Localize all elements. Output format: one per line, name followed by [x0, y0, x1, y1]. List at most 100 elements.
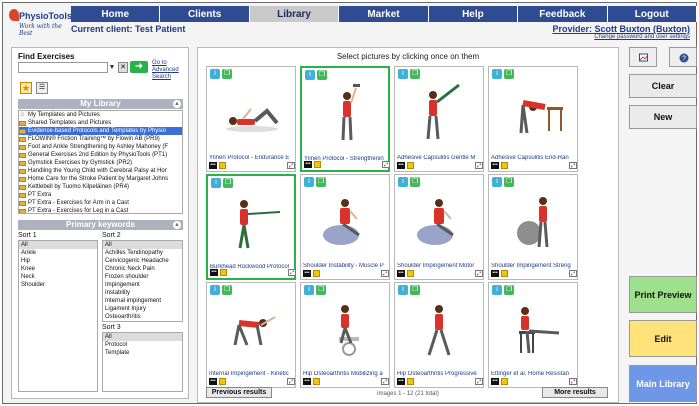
enlarge-icon[interactable]: ⤢: [287, 162, 295, 169]
my-library-header[interactable]: My Library ▲: [18, 99, 183, 109]
nav-clients[interactable]: Clients: [160, 6, 250, 22]
sort2-option[interactable]: Osteoarthritis: [103, 313, 182, 321]
exercise-illustration[interactable]: [315, 189, 377, 251]
clear-search-button[interactable]: ✕: [118, 62, 128, 73]
exercise-illustration[interactable]: [503, 297, 565, 359]
library-item[interactable]: Evidence-based Protocols and Templates b…: [19, 127, 182, 135]
sort1-option[interactable]: Ankle: [19, 249, 97, 257]
info-icon[interactable]: i: [492, 177, 502, 187]
nav-logout[interactable]: Logout: [607, 6, 697, 22]
note-icon[interactable]: [313, 378, 320, 385]
info-icon[interactable]: i: [304, 177, 314, 187]
more-options-icon[interactable]: •••: [397, 378, 405, 385]
exercise-card[interactable]: i ❐ Ylinen Protocol - Strengthenin ••• ⤢: [300, 66, 390, 172]
note-icon[interactable]: [501, 270, 508, 277]
print-preview-button[interactable]: Print Preview: [629, 276, 697, 313]
search-input[interactable]: [18, 62, 108, 73]
info-icon[interactable]: i: [398, 177, 408, 187]
sort2-option[interactable]: All: [103, 241, 182, 249]
copy-icon[interactable]: ❐: [504, 177, 514, 187]
exercise-card[interactable]: i ❐ Ettinger et al. Home Resistan ••• ⤢: [488, 282, 578, 388]
library-item[interactable]: Foot and Ankle Strengthening by Ashley M…: [19, 143, 182, 151]
exercise-illustration[interactable]: [221, 297, 283, 359]
info-icon[interactable]: i: [210, 69, 220, 79]
more-options-icon[interactable]: •••: [491, 378, 499, 385]
exercise-card[interactable]: i ❐ Shoulder Impingement Motor ••• ⤢: [394, 174, 484, 280]
copy-icon[interactable]: ❐: [316, 285, 326, 295]
chevron-down-icon[interactable]: ▼: [108, 62, 116, 73]
more-options-icon[interactable]: •••: [491, 162, 499, 169]
exercise-illustration[interactable]: [503, 189, 565, 251]
image-tool-button[interactable]: [629, 47, 657, 67]
exercise-card[interactable]: i ❐ Internal Impingement - Kinetic ••• ⤢: [206, 282, 296, 388]
copy-icon[interactable]: ❐: [504, 285, 514, 295]
note-icon[interactable]: [220, 269, 227, 276]
library-item[interactable]: PT Extra: [19, 191, 182, 199]
more-options-icon[interactable]: •••: [304, 161, 312, 168]
main-library-button[interactable]: Main Library: [629, 365, 697, 402]
sort2-option[interactable]: Ligament Injury: [103, 305, 182, 313]
nav-library[interactable]: Library: [249, 6, 340, 22]
sort3-option[interactable]: Protocol: [103, 341, 182, 349]
enlarge-icon[interactable]: ⤢: [475, 162, 483, 169]
sort3-option[interactable]: All: [103, 333, 182, 341]
library-item[interactable]: FLOWIN® Friction Training™ by Flowin AB …: [19, 135, 182, 143]
sort2-option[interactable]: Impingement: [103, 281, 182, 289]
enlarge-icon[interactable]: ⤢: [475, 378, 483, 385]
more-options-icon[interactable]: •••: [303, 270, 311, 277]
collapse-icon[interactable]: ▲: [173, 221, 181, 229]
library-item[interactable]: Shared Templates and Pictures: [19, 119, 182, 127]
exercise-illustration[interactable]: [221, 81, 283, 143]
copy-icon[interactable]: ❐: [222, 285, 232, 295]
more-options-icon[interactable]: •••: [397, 162, 405, 169]
nav-home[interactable]: Home: [71, 6, 161, 22]
collapse-icon[interactable]: ▲: [173, 100, 181, 108]
info-icon[interactable]: i: [398, 69, 408, 79]
info-icon[interactable]: i: [398, 285, 408, 295]
exercise-card[interactable]: i ❐ Ylinen Protocol - Endurance E ••• ⤢: [206, 66, 296, 172]
more-options-icon[interactable]: •••: [303, 378, 311, 385]
exercise-illustration[interactable]: [409, 189, 471, 251]
info-icon[interactable]: i: [210, 285, 220, 295]
enlarge-icon[interactable]: ⤢: [381, 270, 389, 277]
nav-help[interactable]: Help: [428, 6, 519, 22]
library-item[interactable]: PT Extra - Exercises for Leg in a Cast: [19, 207, 182, 213]
sort1-option[interactable]: All: [19, 241, 97, 249]
info-icon[interactable]: i: [304, 285, 314, 295]
more-options-icon[interactable]: •••: [397, 270, 405, 277]
sort3-option[interactable]: Template: [103, 349, 182, 357]
exercise-card[interactable]: i ❐ Hip Osteoarthritis Progressive ••• ⤢: [394, 282, 484, 388]
library-item[interactable]: PT Extra - Exercises for Arm in a Cast: [19, 199, 182, 207]
note-icon[interactable]: [501, 162, 508, 169]
sort2-option[interactable]: Achilles Tendinopathy: [103, 249, 182, 257]
edit-button[interactable]: Edit: [629, 320, 697, 357]
copy-icon[interactable]: ❐: [410, 285, 420, 295]
sort2-option[interactable]: Frozen shoulder: [103, 273, 182, 281]
exercise-illustration[interactable]: [222, 190, 284, 252]
copy-icon[interactable]: ❐: [410, 69, 420, 79]
library-item[interactable]: Gymstick Exercises by Gymstick (PR2): [19, 159, 182, 167]
exercise-card[interactable]: i ❐ Shoulder Impingement Streng ••• ⤢: [488, 174, 578, 280]
exercise-card[interactable]: i ❐ Adhesive Capsulitis Gentle M ••• ⤢: [394, 66, 484, 172]
nav-market[interactable]: Market: [339, 6, 429, 22]
enlarge-icon[interactable]: ⤢: [569, 270, 577, 277]
sort1-option[interactable]: Neck: [19, 273, 97, 281]
copy-icon[interactable]: ❐: [316, 177, 326, 187]
sort1-option[interactable]: Knee: [19, 265, 97, 273]
exercise-illustration[interactable]: [409, 297, 471, 359]
provider-link[interactable]: Provider: Scott Buxton (Buxton): [553, 24, 691, 34]
info-icon[interactable]: i: [305, 70, 315, 80]
new-button[interactable]: New: [629, 105, 697, 129]
copy-icon[interactable]: ❐: [317, 70, 327, 80]
more-options-icon[interactable]: •••: [210, 269, 218, 276]
enlarge-icon[interactable]: ⤢: [475, 270, 483, 277]
exercise-card[interactable]: i ❐ Adhesive Capsulitis End-Ran ••• ⤢: [488, 66, 578, 172]
copy-icon[interactable]: ❐: [410, 177, 420, 187]
library-item[interactable]: Home Care for the Stroke Patient by Marg…: [19, 175, 182, 183]
info-icon[interactable]: i: [492, 285, 502, 295]
list-view-icon[interactable]: ☰: [36, 82, 48, 94]
note-icon[interactable]: [407, 270, 414, 277]
note-icon[interactable]: [407, 162, 414, 169]
exercise-card[interactable]: i ❐ Shoulder Instability - Muscle P ••• ⤢: [300, 174, 390, 280]
user-settings-link[interactable]: Change password and user settings: [553, 34, 690, 40]
